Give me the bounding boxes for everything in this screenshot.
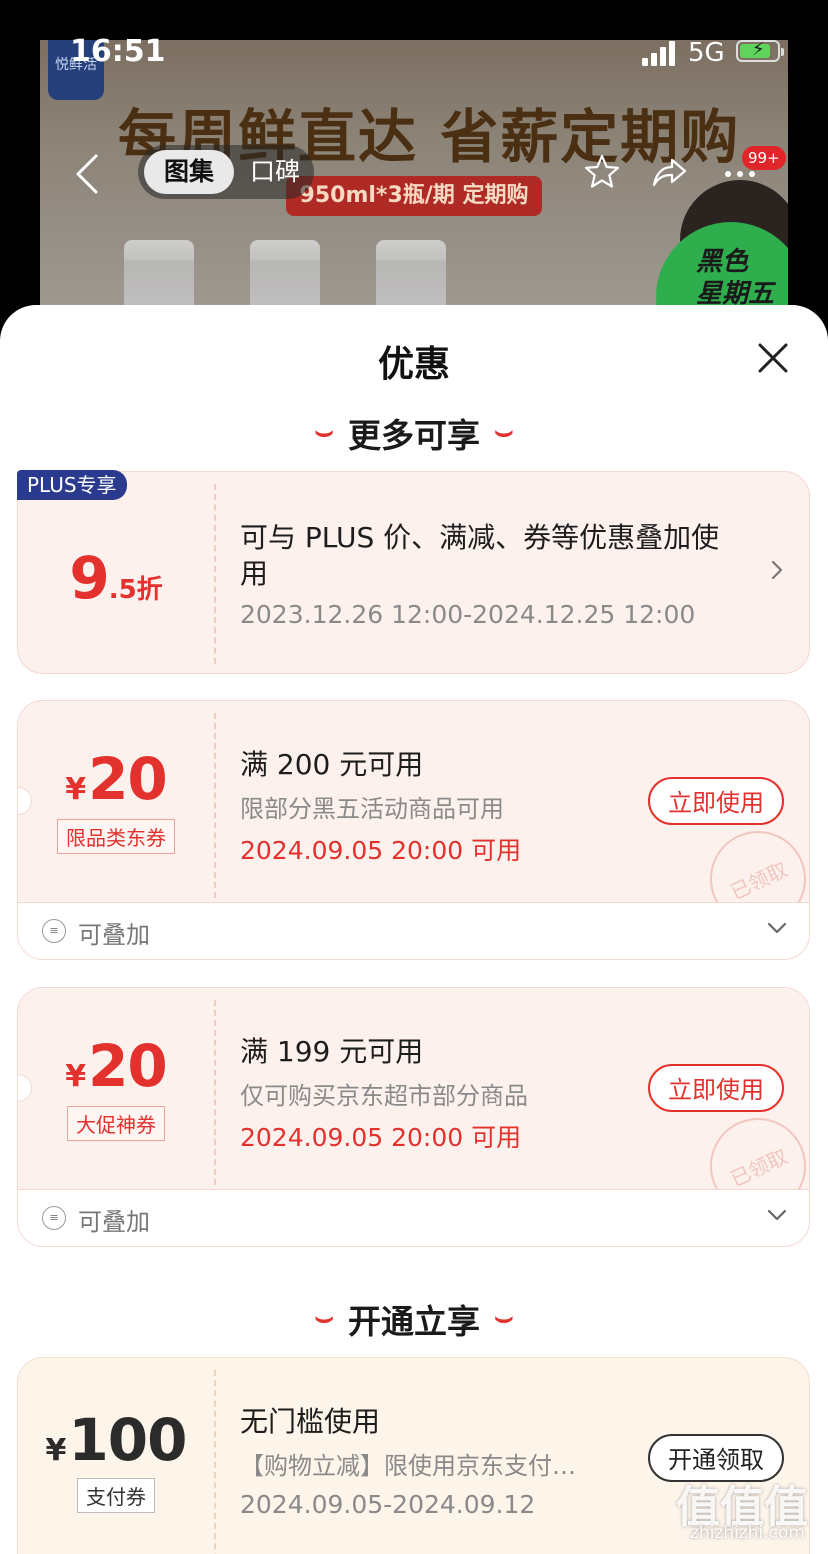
use-now-button[interactable]: 立即使用 [648, 777, 784, 825]
coupon-condition: 无门槛使用 [240, 1405, 381, 1438]
section-heading-open: ⌣ 开通立享 ⌣ [314, 1300, 514, 1341]
close-icon[interactable] [756, 341, 790, 375]
coupon-validity: 2023.12.26 12:00-2024.12.25 12:00 [240, 600, 696, 629]
status-time: 16:51 [70, 34, 166, 69]
coupon-description: 仅可购买京东超市部分商品 [240, 1082, 528, 1110]
decor-curl-icon: ⌣ [494, 414, 514, 449]
decor-curl-icon: ⌣ [494, 1300, 514, 1335]
tab-gallery[interactable]: 图集 [144, 150, 234, 194]
plus-exclusive-badge: PLUS专享 [17, 470, 127, 500]
status-bar: 16:51 5G ⚡ [0, 28, 828, 78]
stackable-row[interactable]: ≡ 可叠加 [18, 1189, 809, 1246]
sheet-title: 优惠 [377, 344, 450, 385]
stackable-row[interactable]: ≡ 可叠加 [18, 902, 809, 959]
coupon-amount: ¥100 [45, 1406, 188, 1474]
coupon-validity: 2024.09.05 20:00 可用 [240, 836, 522, 865]
star-icon[interactable] [582, 152, 622, 192]
stackable-label: 可叠加 [78, 1208, 150, 1236]
coupon-type-tag: 大促神券 [67, 1106, 165, 1141]
media-tabs: 图集 口碑 [138, 145, 314, 199]
promo-text: 黑色 星期五 [696, 247, 775, 309]
discount-value: 9.5折 [69, 544, 163, 612]
coupon-description: 【购物立减】限使用京东支付… [240, 1452, 576, 1480]
chevron-right-icon[interactable] [770, 558, 784, 582]
coupon-amount: ¥20 [65, 1032, 168, 1100]
network-label: 5G [688, 38, 725, 68]
battery-icon: ⚡ [736, 39, 784, 62]
share-icon[interactable] [650, 152, 690, 192]
decor-curl-icon: ⌣ [314, 414, 334, 449]
stack-icon: ≡ [42, 919, 66, 943]
use-now-button[interactable]: 立即使用 [648, 1064, 784, 1112]
chevron-down-icon[interactable] [766, 921, 788, 935]
stackable-label: 可叠加 [78, 921, 150, 949]
coupon-validity: 2024.09.05-2024.09.12 [240, 1490, 536, 1519]
coupon-condition: 满 200 元可用 [240, 748, 424, 781]
chevron-down-icon[interactable] [766, 1208, 788, 1222]
coupon-condition: 可与 PLUS 价、满减、券等优惠叠加使用 [240, 521, 720, 590]
section-heading-more: ⌣ 更多可享 ⌣ [314, 414, 514, 455]
coupon-description: 限部分黑五活动商品可用 [240, 795, 504, 823]
coupon-type-tag: 支付券 [77, 1478, 155, 1513]
coupon-condition: 满 199 元可用 [240, 1035, 424, 1068]
product-banner-subtext: 950ml*3瓶/期 定期购 [286, 176, 542, 216]
back-arrow-icon[interactable] [74, 152, 100, 196]
watermark-url: zhizhizhi.com [690, 1523, 805, 1543]
tab-reviews[interactable]: 口碑 [242, 150, 308, 194]
signal-icon [642, 40, 680, 66]
coupon-amount: ¥20 [65, 745, 168, 813]
coupon-card[interactable]: ¥20 限品类东券 满 200 元可用 限部分黑五活动商品可用 2024.09.… [17, 700, 810, 960]
coupon-type-tag: 限品类东券 [57, 819, 175, 854]
message-count-badge: 99+ [742, 146, 786, 170]
stack-icon: ≡ [42, 1206, 66, 1230]
decor-curl-icon: ⌣ [314, 1300, 334, 1335]
plus-discount-card[interactable]: 9.5折 可与 PLUS 价、满减、券等优惠叠加使用 2023.12.26 12… [17, 471, 810, 674]
coupon-validity: 2024.09.05 20:00 可用 [240, 1123, 522, 1152]
offers-sheet: 优惠 ⌣ 更多可享 ⌣ 9.5折 可与 PLUS 价、满减、券等优惠叠加使用 202… [0, 305, 828, 1554]
coupon-card[interactable]: ¥20 大促神券 满 199 元可用 仅可购买京东超市部分商品 2024.09.… [17, 987, 810, 1247]
